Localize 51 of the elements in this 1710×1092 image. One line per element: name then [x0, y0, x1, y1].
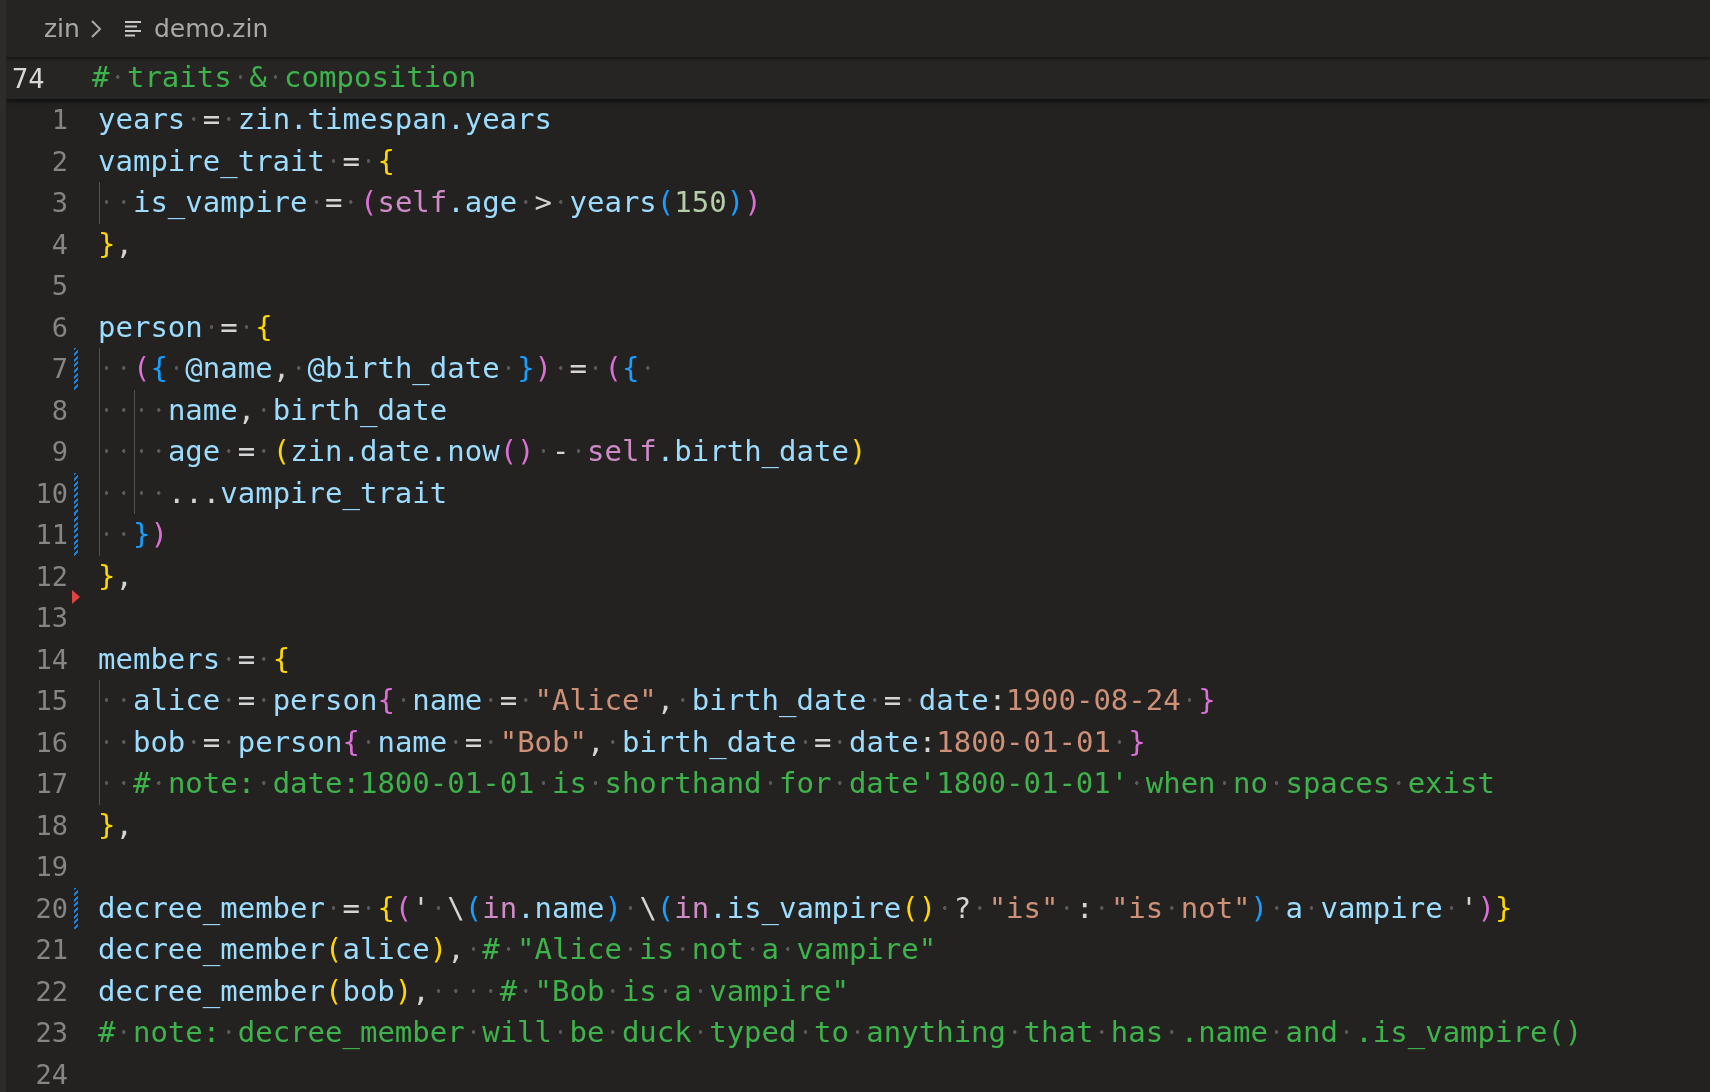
code-line: members = { [98, 640, 292, 678]
line-number: 14 [34, 643, 68, 675]
code-line: # note: decree_member will be duck typed to anything that has .name and .is_vampire() [98, 1014, 1584, 1051]
deleted-lines-marker[interactable] [72, 590, 80, 604]
line-number: 19 [34, 851, 68, 883]
line-number: 5 [50, 270, 68, 302]
code-line: alice = person{ name = "Alice", birth_date = date:1900-08-24 } [98, 680, 1710, 722]
line-number: 16 [34, 726, 68, 758]
code-line: decree_member(alice), # "Alice is not a vampire" [98, 931, 938, 968]
line-number: 21 [34, 934, 68, 966]
code-line: ...vampire_trait [98, 472, 1710, 514]
code-line: age = (zin.date.now() - self.birth_date) [98, 431, 1710, 473]
line-number: 4 [50, 228, 68, 260]
line-number: 13 [34, 602, 68, 634]
code-line: years = zin.timespan.years [98, 101, 553, 138]
line-number: 20 [34, 892, 68, 924]
line-number: 3 [50, 187, 68, 219]
line-number: 74 [11, 62, 46, 94]
line-number: 17 [34, 768, 68, 800]
code-line: }, [98, 225, 134, 263]
code-line: name, birth_date [98, 389, 1710, 431]
line-number: 8 [50, 394, 68, 426]
line-number: 15 [34, 685, 68, 717]
line-number: 6 [50, 311, 68, 343]
line-number: 1 [50, 104, 68, 136]
code-line: }, [98, 806, 134, 844]
line-number: 24 [34, 1058, 68, 1090]
chevron-right-icon [89, 18, 102, 39]
code-line: vampire_trait = { [98, 142, 396, 180]
code-line: }) [98, 514, 1710, 556]
sticky-code-line: # traits & composition [92, 59, 477, 97]
line-number: 10 [34, 477, 68, 509]
line-number: 9 [50, 436, 68, 468]
line-number: 23 [34, 1017, 68, 1049]
code-line: is_vampire = (self.age > years(150)) [98, 182, 1710, 224]
line-number: 12 [34, 560, 68, 592]
line-number: 18 [34, 809, 68, 841]
breadcrumb-folder[interactable]: zin [44, 14, 80, 43]
code-line: ({ @name, @birth_date }) = ({ [98, 348, 1710, 390]
line-number: 7 [50, 353, 68, 385]
code-line: bob = person{ name = "Bob", birth_date = date:1800-01-01 } [98, 721, 1710, 763]
breadcrumb-file[interactable]: demo.zin [153, 14, 269, 43]
text-lines-icon [123, 19, 144, 38]
line-number: 11 [34, 519, 68, 551]
code-line: decree_member(bob), # "Bob is a vampire" [98, 972, 850, 1010]
code-line: }, [98, 557, 134, 595]
line-number: 22 [34, 975, 68, 1007]
code-line: person = { [98, 308, 274, 346]
code-line: decree_member = {(' \(in.name) \(in.is_vampire() ? "is" : "is not") a vampire ')} [98, 889, 1514, 927]
line-number: 2 [50, 145, 68, 177]
code-line: # note: date:1800-01-01 is shorthand for date'1800-01-01' when no spaces exist [98, 763, 1710, 805]
